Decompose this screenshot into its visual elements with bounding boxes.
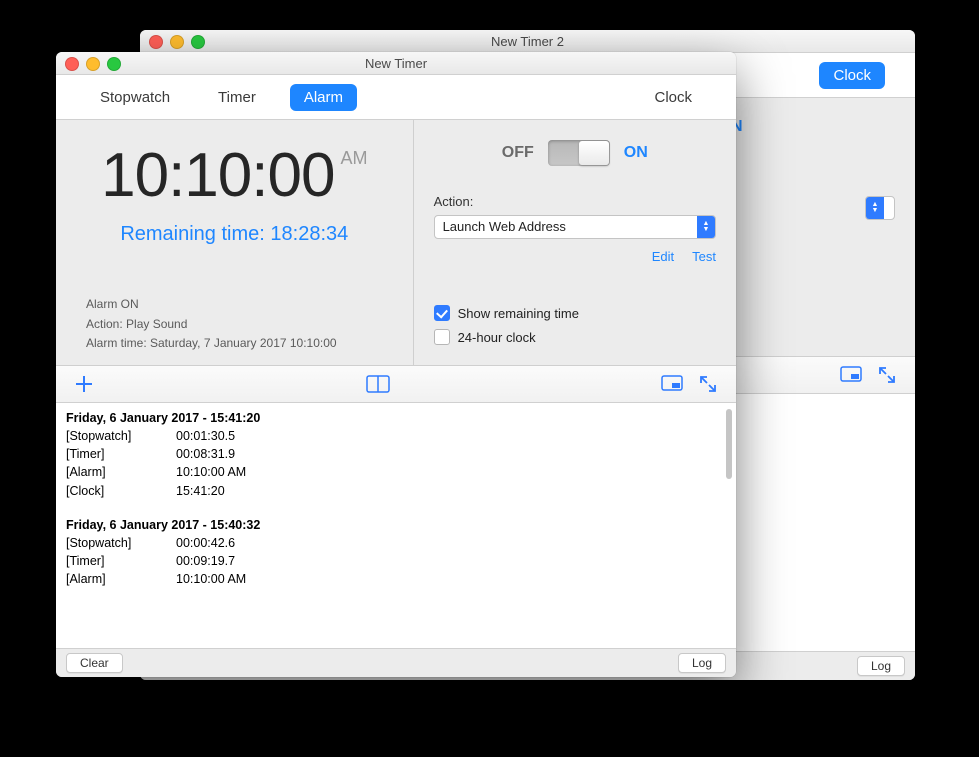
log-header: Friday, 6 January 2017 - 15:40:32 xyxy=(66,516,726,534)
show-remaining-label: Show remaining time xyxy=(458,306,579,321)
close-icon[interactable] xyxy=(65,57,79,71)
action-select[interactable]: ▲▼ xyxy=(865,196,895,220)
remaining-label: Remaining time: xyxy=(120,223,265,245)
window-title: New Timer xyxy=(365,56,427,71)
tab-alarm[interactable]: Alarm xyxy=(290,84,357,111)
clock-button[interactable]: Clock xyxy=(640,84,706,111)
log-button[interactable]: Log xyxy=(857,656,905,676)
minimize-icon[interactable] xyxy=(170,35,184,49)
window-title: New Timer 2 xyxy=(491,34,564,49)
pip-icon[interactable] xyxy=(839,363,863,387)
window-titlebar[interactable]: New Timer 2 xyxy=(140,30,915,53)
switch-on-label: ON xyxy=(624,144,648,162)
action-select-value: Launch Web Address xyxy=(435,216,697,238)
alarm-time-display: 10:10:00 xyxy=(101,141,334,210)
expand-icon[interactable] xyxy=(875,363,899,387)
log-row: [Stopwatch]00:00:42.6 xyxy=(66,534,726,552)
zoom-icon[interactable] xyxy=(107,57,121,71)
log-row: [Timer]00:09:19.7 xyxy=(66,552,726,570)
24hour-checkbox[interactable] xyxy=(434,329,450,345)
test-link[interactable]: Test xyxy=(692,249,716,264)
24hour-label: 24-hour clock xyxy=(458,330,536,345)
chevron-updown-icon: ▲▼ xyxy=(697,216,715,238)
info-action: Action: Play Sound xyxy=(86,315,383,334)
alarm-toggle[interactable] xyxy=(548,140,610,166)
log-button[interactable]: Log xyxy=(678,653,726,673)
log-row: [Clock]15:41:20 xyxy=(66,482,726,500)
close-icon[interactable] xyxy=(149,35,163,49)
log-row: [Alarm]10:10:00 AM xyxy=(66,570,726,588)
window-titlebar[interactable]: New Timer xyxy=(56,52,736,75)
show-remaining-checkbox[interactable] xyxy=(434,305,450,321)
clear-button[interactable]: Clear xyxy=(66,653,123,673)
clock-button[interactable]: Clock xyxy=(819,62,885,89)
ampm-label: AM xyxy=(340,148,367,169)
remaining-value: 18:28:34 xyxy=(270,223,348,245)
log-header: Friday, 6 January 2017 - 15:41:20 xyxy=(66,409,726,427)
tab-stopwatch[interactable]: Stopwatch xyxy=(86,84,184,111)
pip-icon[interactable] xyxy=(660,372,684,396)
action-select[interactable]: Launch Web Address ▲▼ xyxy=(434,215,716,239)
split-view-icon[interactable] xyxy=(366,372,390,396)
minimize-icon[interactable] xyxy=(86,57,100,71)
info-status: Alarm ON xyxy=(86,295,383,314)
switch-off-label: OFF xyxy=(502,144,534,162)
tab-timer[interactable]: Timer xyxy=(204,84,270,111)
scrollbar[interactable] xyxy=(726,409,732,479)
action-label: Action: xyxy=(434,194,716,209)
zoom-icon[interactable] xyxy=(191,35,205,49)
edit-link[interactable]: Edit xyxy=(652,249,674,264)
log-row: [Stopwatch]00:01:30.5 xyxy=(66,427,726,445)
log-row: [Alarm]10:10:00 AM xyxy=(66,463,726,481)
log-area[interactable]: Friday, 6 January 2017 - 15:41:20[Stopwa… xyxy=(56,403,736,648)
log-row: [Timer]00:08:31.9 xyxy=(66,445,726,463)
info-alarmtime: Alarm time: Saturday, 7 January 2017 10:… xyxy=(86,334,383,353)
plus-icon[interactable] xyxy=(72,372,96,396)
chevron-updown-icon: ▲▼ xyxy=(866,197,884,219)
expand-icon[interactable] xyxy=(696,372,720,396)
